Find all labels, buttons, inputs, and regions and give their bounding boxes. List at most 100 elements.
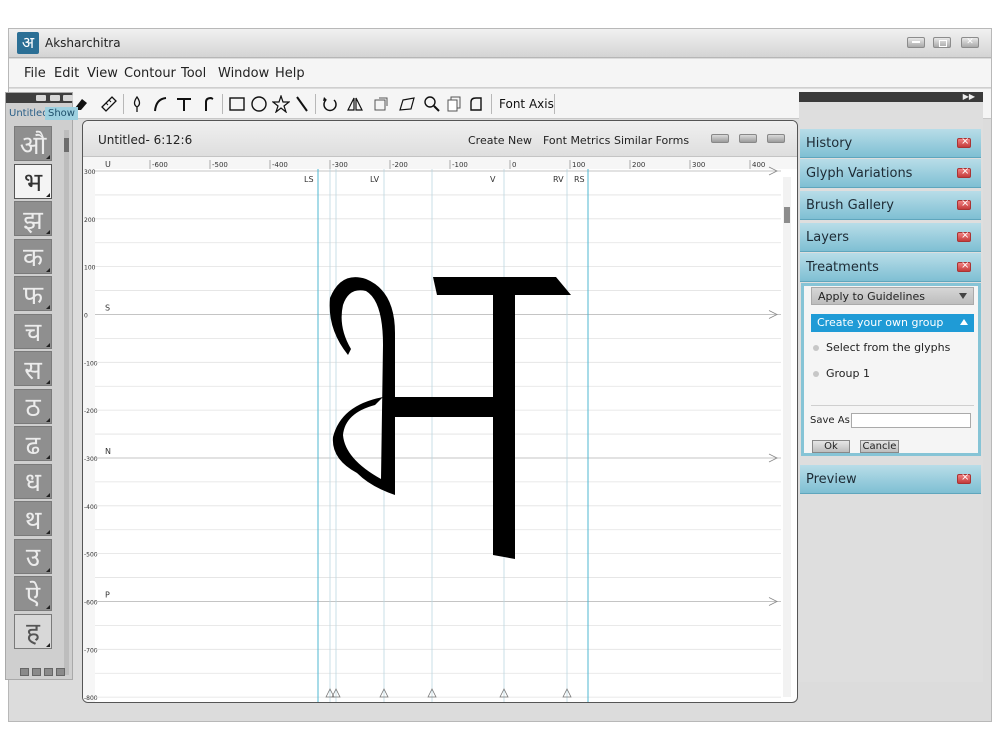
- canvas-close-button[interactable]: [767, 134, 785, 143]
- star-icon[interactable]: [271, 94, 291, 114]
- glyph-item[interactable]: स: [14, 351, 52, 386]
- shape-icon[interactable]: [466, 94, 486, 114]
- collapse-arrows-icon[interactable]: ▶▶: [963, 92, 975, 101]
- chart-icon[interactable]: [32, 668, 41, 676]
- save-as-input[interactable]: [851, 413, 971, 428]
- section-label: Preview: [806, 472, 857, 487]
- toolbar-separator: [491, 94, 492, 114]
- menu-edit[interactable]: Edit: [54, 66, 79, 81]
- canvas-vertical-scrollbar[interactable]: [783, 177, 791, 697]
- canvas-svg[interactable]: -600-500-400-300-200-1000100200300400500…: [83, 157, 798, 703]
- ellipse-icon[interactable]: [249, 94, 269, 114]
- tab-untitled[interactable]: Untitled: [9, 108, 49, 119]
- rotate-icon[interactable]: [320, 94, 340, 114]
- copy-icon[interactable]: [444, 94, 464, 114]
- glyph-item[interactable]: ऐ: [14, 576, 52, 611]
- canvas-window: Untitled- 6:12:6 Create New Font Metrics…: [82, 120, 798, 703]
- glyph-item[interactable]: च: [14, 313, 52, 349]
- glyph-item[interactable]: भ: [14, 163, 52, 199]
- glyph-item[interactable]: ध: [14, 463, 52, 499]
- x-tick-label: -300: [332, 161, 348, 169]
- chevron-down-icon: [959, 293, 967, 299]
- glyph-item[interactable]: फ: [14, 276, 52, 311]
- maximize-button[interactable]: [933, 37, 951, 48]
- apply-to-dropdown[interactable]: Apply to Guidelines: [811, 287, 974, 305]
- glyph-item[interactable]: ह: [14, 613, 52, 649]
- add-icon[interactable]: [44, 668, 53, 676]
- radio-icon[interactable]: [813, 345, 819, 351]
- glyph-list-scrollbar[interactable]: [64, 130, 69, 675]
- view-icon[interactable]: [20, 668, 29, 676]
- x-tick-label: -600: [152, 161, 168, 169]
- menu-contour[interactable]: Contour: [124, 66, 176, 81]
- close-icon[interactable]: [957, 230, 971, 242]
- panel-minimize-icon[interactable]: [36, 95, 46, 101]
- glyph-item[interactable]: ठ: [14, 388, 52, 424]
- flip-icon[interactable]: [345, 94, 365, 114]
- close-icon[interactable]: [957, 472, 971, 484]
- rectangle-icon[interactable]: [227, 94, 247, 114]
- create-group-dropdown[interactable]: Create your own group: [811, 314, 974, 332]
- y-tick-label: -500: [84, 552, 98, 559]
- close-icon[interactable]: [957, 198, 971, 210]
- transform-icon[interactable]: [371, 94, 391, 114]
- section-preview[interactable]: Preview: [800, 465, 981, 494]
- treatments-body: Apply to Guidelines Create your own grou…: [801, 283, 981, 456]
- glyph-item[interactable]: झ: [14, 201, 52, 236]
- section-layers[interactable]: Layers: [800, 223, 981, 252]
- t-stroke-icon[interactable]: [174, 94, 194, 114]
- glyph-outline[interactable]: [329, 277, 571, 559]
- line-icon[interactable]: [292, 94, 312, 114]
- glyph-panel: Untitled Show औभझकफचसठढधथउऐह: [5, 92, 78, 680]
- ok-button[interactable]: Ok: [812, 440, 850, 453]
- menu-view[interactable]: View: [87, 66, 118, 81]
- glyph-item[interactable]: ढ: [14, 426, 52, 461]
- delete-icon[interactable]: [56, 668, 65, 676]
- skew-icon[interactable]: [397, 94, 417, 114]
- dropdown-value: Apply to Guidelines: [818, 290, 925, 303]
- panel-close-icon[interactable]: [63, 95, 73, 101]
- section-label: History: [806, 136, 853, 151]
- scrollbar-thumb[interactable]: [784, 207, 790, 223]
- close-icon[interactable]: [957, 260, 971, 272]
- option-group-1[interactable]: Group 1: [813, 367, 870, 380]
- pen-icon[interactable]: [127, 94, 147, 114]
- close-icon[interactable]: [957, 166, 971, 178]
- ruler-icon[interactable]: [99, 94, 119, 114]
- hook-stroke-icon[interactable]: [198, 94, 218, 114]
- guide-letter: U: [105, 160, 111, 169]
- glyph-item[interactable]: क: [14, 238, 52, 274]
- y-tick-label: 200: [84, 217, 96, 224]
- scrollbar-thumb[interactable]: [64, 138, 69, 152]
- menu-window[interactable]: Window: [218, 66, 269, 81]
- menu-tool[interactable]: Tool: [181, 66, 206, 81]
- section-glyph-variations[interactable]: Glyph Variations: [800, 159, 981, 188]
- menu-file[interactable]: File: [24, 66, 46, 81]
- cancel-button[interactable]: Cancle: [860, 440, 899, 453]
- close-icon[interactable]: [957, 136, 971, 148]
- option-select-from-glyphs[interactable]: Select from the glyphs: [813, 341, 950, 354]
- radio-icon[interactable]: [813, 371, 819, 377]
- x-tick-label: -200: [392, 161, 408, 169]
- glyph-item[interactable]: उ: [14, 538, 52, 574]
- menu-help[interactable]: Help: [275, 66, 305, 81]
- close-button[interactable]: ✕: [961, 37, 979, 48]
- drawing-canvas[interactable]: -600-500-400-300-200-1000100200300400500…: [83, 157, 798, 703]
- font-metrics-link[interactable]: Font Metrics: [543, 134, 610, 147]
- curve-icon[interactable]: [150, 94, 170, 114]
- section-history[interactable]: History: [800, 129, 981, 158]
- section-treatments[interactable]: Treatments: [800, 253, 981, 282]
- canvas-restore-button[interactable]: [739, 134, 757, 143]
- glyph-item[interactable]: थ: [14, 501, 52, 536]
- create-new-link[interactable]: Create New: [468, 134, 532, 147]
- glyph-item[interactable]: औ: [14, 126, 52, 161]
- section-brush-gallery[interactable]: Brush Gallery: [800, 191, 981, 220]
- tab-show[interactable]: Show: [45, 107, 78, 120]
- font-axis-button[interactable]: Font Axis: [499, 97, 554, 111]
- zoom-icon[interactable]: [422, 94, 442, 114]
- minimize-button[interactable]: [907, 37, 925, 48]
- similar-forms-link[interactable]: Similar Forms: [614, 134, 689, 147]
- rulers: -600-500-400-300-200-1000100200300400500…: [83, 157, 797, 702]
- canvas-minimize-button[interactable]: [711, 134, 729, 143]
- panel-restore-icon[interactable]: [50, 95, 60, 101]
